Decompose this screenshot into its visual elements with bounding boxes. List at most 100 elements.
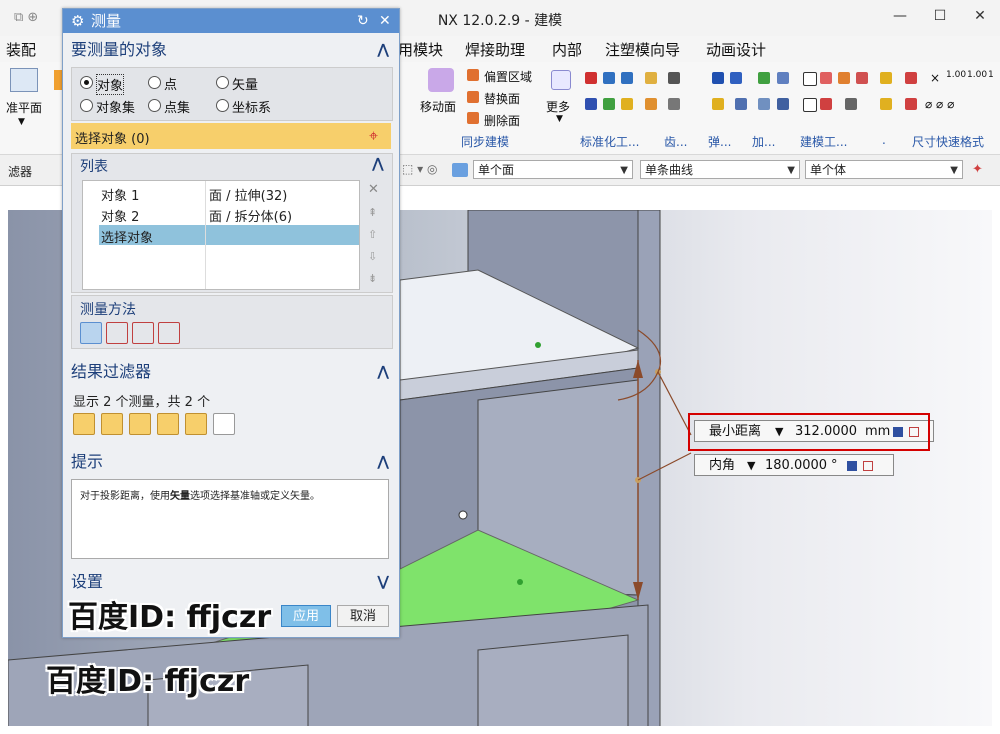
gear-tool-icon[interactable] [603, 72, 615, 84]
table-row[interactable]: 对象 2 面 / 拆分体(6) [83, 204, 359, 225]
dialog-title-bar[interactable]: ⚙ 测量 ↻ ✕ [63, 9, 399, 33]
filter-volume-icon[interactable] [185, 413, 207, 435]
tool-icon[interactable] [905, 72, 917, 84]
tool-icon[interactable] [820, 98, 832, 110]
table-row[interactable]: 对象 1 面 / 拉伸(32) [83, 183, 359, 204]
radio-point-set-label[interactable]: 点集 [164, 97, 190, 116]
replace-face-button[interactable]: 替换面 [484, 90, 520, 107]
move-top-icon[interactable]: ⇞ [368, 206, 377, 219]
radio-point-set[interactable] [148, 99, 161, 112]
hint-section-header[interactable]: 提示 ⋀ [63, 449, 399, 475]
tool-icon[interactable] [668, 72, 680, 84]
tool-icon[interactable] [712, 98, 724, 110]
radio-vector[interactable] [216, 76, 229, 89]
move-down-icon[interactable]: ⇩ [368, 250, 377, 263]
more-icon[interactable] [551, 70, 571, 90]
tool-icon[interactable] [645, 98, 657, 110]
radio-object-set[interactable] [80, 99, 93, 112]
method-screen-distance-icon[interactable] [132, 322, 154, 344]
menu-assembly[interactable]: 装配 [6, 39, 36, 60]
tool-icon[interactable] [668, 98, 680, 110]
selection-mode-icon[interactable]: ⬚ ▾ ◎ [402, 162, 437, 176]
angle-callout[interactable]: 内角 ▼ 180.0000 ° [694, 454, 894, 476]
filter-table-icon[interactable] [213, 413, 235, 435]
snap-icon[interactable]: ✦ [972, 162, 983, 177]
menu-app-module[interactable]: 用模块 [398, 39, 443, 60]
offset-region-button[interactable]: 偏置区域 [484, 68, 532, 85]
filter-distance-icon[interactable] [73, 413, 95, 435]
datum-plane-icon[interactable] [10, 68, 38, 92]
copy-icon[interactable] [847, 461, 857, 471]
radio-csys[interactable] [216, 99, 229, 112]
group-dimension-format[interactable]: 尺寸快速格式 [912, 133, 984, 150]
tool-icon[interactable] [803, 98, 817, 112]
tool-icon[interactable] [730, 72, 742, 84]
decimal-icon[interactable]: 1 [988, 70, 994, 80]
method-distance-icon[interactable] [80, 322, 102, 344]
tool-icon[interactable] [735, 98, 747, 110]
select-object-row[interactable]: 选择对象 (0) ⌖ [71, 123, 391, 149]
menu-weld-assistant[interactable]: 焊接助理 [465, 39, 525, 60]
tool-icon[interactable] [585, 98, 597, 110]
group-spring[interactable]: 弹... [708, 133, 731, 150]
chevron-down-icon[interactable]: ▼ [747, 455, 755, 477]
chevron-up-icon[interactable]: ⋀ [372, 156, 384, 172]
datum-dropdown-icon[interactable]: ▼ [18, 117, 25, 127]
menu-mold-wizard[interactable]: 注塑模向导 [605, 39, 680, 60]
more-dropdown-icon[interactable]: ▼ [556, 114, 563, 124]
radio-object[interactable] [80, 76, 93, 89]
reset-icon[interactable]: ↻ [357, 9, 369, 33]
minimize-icon[interactable]: — [880, 8, 920, 28]
tool-icon[interactable] [712, 72, 724, 84]
tool-icon[interactable] [856, 72, 868, 84]
move-up-icon[interactable]: ⇧ [368, 228, 377, 241]
face-rule-icon[interactable] [452, 163, 468, 177]
radio-point-label[interactable]: 点 [164, 74, 177, 93]
radio-object-set-label[interactable]: 对象集 [96, 97, 135, 116]
radio-vector-label[interactable]: 矢量 [232, 74, 258, 93]
menu-internal[interactable]: 内部 [552, 39, 582, 60]
tool-icon[interactable] [820, 72, 832, 84]
chevron-up-icon[interactable]: ⋀ [377, 449, 389, 475]
chevron-down-icon[interactable]: ⋁ [377, 569, 389, 595]
table-row-selected[interactable]: 选择对象 [99, 225, 359, 246]
move-bottom-icon[interactable]: ⇟ [368, 272, 377, 285]
tool-icon[interactable] [777, 98, 789, 110]
group-standard-tools[interactable]: 标准化工... [580, 133, 639, 150]
radio-csys-label[interactable]: 坐标系 [232, 97, 271, 116]
method-projection-icon[interactable] [106, 322, 128, 344]
radio-object-label[interactable]: 对象 [96, 74, 125, 95]
cancel-button[interactable]: 取消 [337, 605, 389, 627]
close-icon[interactable]: ✕ [960, 8, 1000, 28]
group-gear[interactable]: 齿... [664, 133, 687, 150]
body-rule-select[interactable]: 单个体 ▼ [805, 160, 963, 179]
filter-vector-icon[interactable] [129, 413, 151, 435]
multiply-icon[interactable]: × [930, 71, 940, 85]
triangle-icon[interactable] [803, 72, 817, 86]
crosshair-icon[interactable]: ⌖ [369, 126, 378, 146]
filter-angle-icon[interactable] [101, 413, 123, 435]
menu-animation-design[interactable]: 动画设计 [706, 39, 766, 60]
tool-icon[interactable] [838, 72, 850, 84]
filter-section-header[interactable]: 结果过滤器 ⋀ [63, 359, 399, 385]
filter-area-icon[interactable] [157, 413, 179, 435]
tool-icon[interactable] [880, 98, 892, 110]
chevron-up-icon[interactable]: ⋀ [377, 359, 389, 385]
face-rule-select[interactable]: 单个面 ▼ [473, 160, 633, 179]
decimal-icon[interactable]: 1.00 [946, 70, 966, 80]
group-dot[interactable]: . [882, 133, 886, 147]
delete-face-button[interactable]: 删除面 [484, 112, 520, 129]
chevron-up-icon[interactable]: ⋀ [377, 37, 389, 63]
remove-icon[interactable]: ✕ [368, 182, 379, 197]
group-modeling-tools[interactable]: 建模工... [800, 133, 847, 150]
graph-icon[interactable] [863, 461, 873, 471]
tool-icon[interactable] [758, 72, 770, 84]
more-button[interactable]: 更多 [546, 98, 570, 115]
tool-icon[interactable] [621, 98, 633, 110]
tool-icon[interactable] [621, 72, 633, 84]
tool-icon[interactable] [645, 72, 657, 84]
angle-value[interactable]: 180.0000 [765, 455, 827, 477]
decimal-icon[interactable]: 1.00 [967, 70, 987, 80]
move-face-icon[interactable] [428, 68, 454, 92]
curve-rule-select[interactable]: 单条曲线 ▼ [640, 160, 800, 179]
